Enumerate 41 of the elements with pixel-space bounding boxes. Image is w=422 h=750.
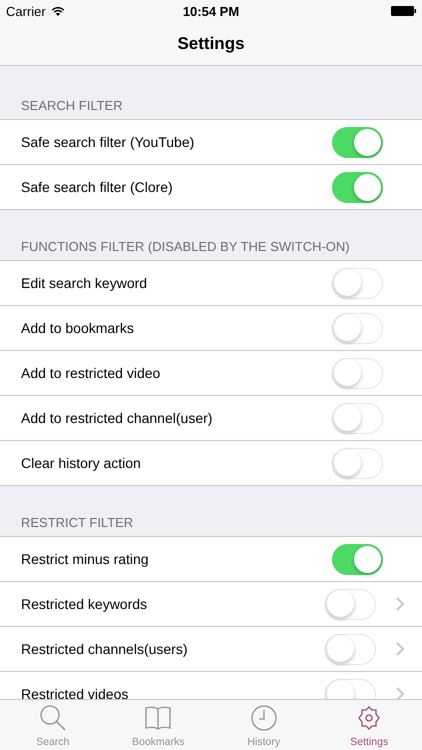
toggle-switch[interactable] — [332, 172, 383, 202]
search-icon — [38, 703, 68, 733]
chevron-icon — [396, 642, 405, 656]
row-label: Safe search filter (YouTube) — [21, 134, 196, 150]
row-label: Add to bookmarks — [21, 320, 135, 336]
row-label: Restricted keywords — [21, 596, 148, 612]
toggle-switch[interactable] — [332, 268, 383, 298]
tab-item[interactable]: History — [211, 700, 316, 750]
tab-label: Settings — [350, 736, 388, 748]
section-header: SEARCH FILTER — [20, 97, 124, 115]
chevron-icon — [396, 597, 405, 611]
nav-title: Settings — [177, 34, 245, 54]
toggle-switch[interactable] — [325, 634, 376, 664]
tab-item[interactable]: Settings — [316, 700, 422, 750]
carrier-label: Carrier — [6, 4, 46, 18]
toggle-switch[interactable] — [332, 126, 383, 158]
section-header: FUNCTIONS FILTER (DISABLED BY THE SWITCH-ON) — [20, 238, 351, 256]
wifi-icon — [50, 6, 65, 16]
toggle-switch[interactable] — [332, 448, 383, 478]
row-label: Add to restricted channel(user) — [21, 410, 214, 426]
section-header: RESTRICT FILTER — [20, 514, 134, 532]
tab-label: History — [247, 736, 280, 748]
row-label: Restricted videos — [21, 686, 130, 699]
tab-item[interactable]: Search — [0, 700, 106, 750]
battery-icon — [391, 6, 416, 16]
row-label: Clear history action — [21, 455, 142, 471]
row-label: Restrict minus rating — [21, 551, 150, 567]
toggle-switch[interactable] — [332, 402, 383, 434]
row-label: Add to restricted video — [21, 365, 162, 381]
toggle-switch[interactable] — [325, 588, 376, 620]
row-label: Edit search keyword — [21, 275, 148, 291]
row-label: Safe search filter (Clore) — [21, 179, 174, 195]
clock-icon — [248, 703, 279, 733]
tab-label: Search — [36, 736, 70, 748]
toggle-switch[interactable] — [332, 312, 383, 344]
toggle-switch[interactable] — [332, 358, 383, 388]
status-time: 10:54 PM — [182, 4, 240, 18]
toggle-switch[interactable] — [332, 544, 383, 574]
tab-label: Bookmarks — [132, 736, 184, 748]
row-label: Restricted channels(users) — [21, 641, 189, 657]
tab-item[interactable]: Bookmarks — [106, 700, 211, 750]
